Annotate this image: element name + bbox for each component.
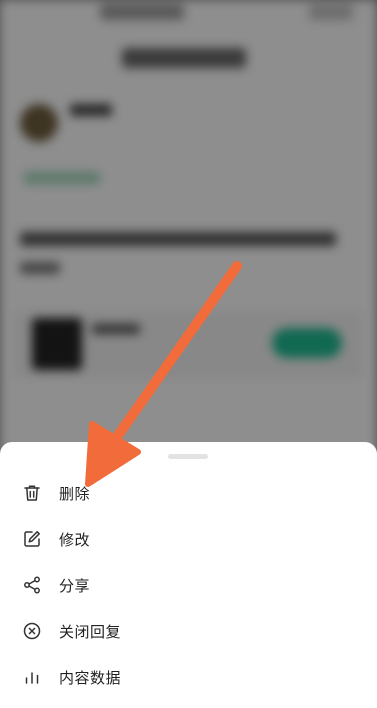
- trash-icon: [22, 483, 42, 503]
- bar-chart-icon: [22, 667, 42, 687]
- menu-item-edit[interactable]: 修改: [0, 516, 377, 562]
- action-bottom-sheet: 删除 修改 分享 关闭回复 内容数据: [0, 442, 377, 708]
- close-circle-icon: [22, 621, 42, 641]
- sheet-drag-handle[interactable]: [168, 454, 208, 459]
- share-icon: [22, 575, 42, 595]
- menu-item-label: 内容数据: [59, 668, 122, 687]
- menu-item-close-reply[interactable]: 关闭回复: [0, 608, 377, 654]
- edit-icon: [22, 529, 42, 549]
- menu-item-label: 分享: [59, 576, 91, 595]
- menu-item-label: 修改: [59, 530, 91, 549]
- menu-item-content-data[interactable]: 内容数据: [0, 654, 377, 700]
- menu-item-share[interactable]: 分享: [0, 562, 377, 608]
- menu-item-label: 删除: [59, 484, 91, 503]
- action-menu: 删除 修改 分享 关闭回复 内容数据: [0, 470, 377, 700]
- screen: 删除 修改 分享 关闭回复 内容数据: [0, 0, 377, 708]
- menu-item-label: 关闭回复: [59, 622, 122, 641]
- menu-item-delete[interactable]: 删除: [0, 470, 377, 516]
